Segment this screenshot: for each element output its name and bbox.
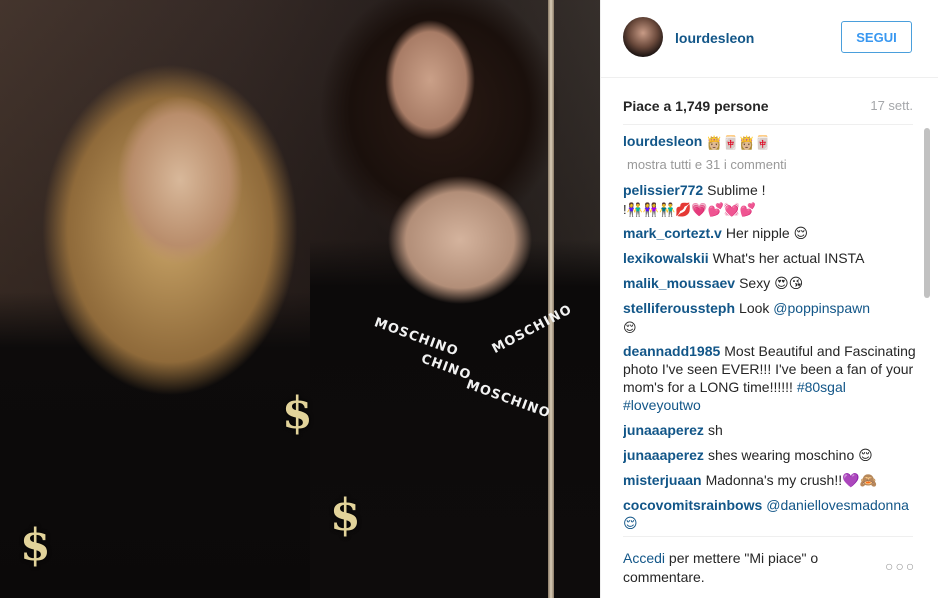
login-prompt: Accedi per mettere "Mi piace" o commenta… xyxy=(623,549,863,587)
dollar-ornament: $ xyxy=(330,490,361,541)
post-username[interactable]: lourdesleon xyxy=(675,30,754,46)
comment-text: Her nipple 😌 xyxy=(725,225,809,241)
post-time[interactable]: 17 sett. xyxy=(870,98,913,113)
comment-username[interactable]: deannadd1985 xyxy=(623,343,720,359)
likes-row: Piace a 1,749 persone 17 sett. xyxy=(623,98,913,116)
photo-skin-right xyxy=(370,170,550,340)
comment: junaaaperez sh xyxy=(623,421,919,439)
comment-text: Madonna's my crush!!💜🙈 xyxy=(705,472,877,488)
comment-username[interactable]: cocovomitsrainbows xyxy=(623,497,762,513)
comment-username[interactable]: pelissier772 xyxy=(623,182,703,198)
comment-username[interactable]: stelliferoussteph xyxy=(623,300,735,316)
caption: lourdesleon 👸🏼🀄👸🏼🀄 xyxy=(623,132,919,150)
comment: mark_cortezt.v Her nipple 😌 xyxy=(623,224,919,242)
comment: junaaaperez shes wearing moschino 😌 xyxy=(623,446,919,464)
photo-pole xyxy=(548,0,554,598)
comment-username[interactable]: junaaaperez xyxy=(623,422,704,438)
comment: cocovomitsrainbows @daniellovesmadonna 😌 xyxy=(623,496,919,530)
mention-link[interactable]: @poppinspawn xyxy=(773,300,870,316)
divider xyxy=(623,536,913,537)
comment-username[interactable]: misterjuaan xyxy=(623,472,702,488)
dollar-ornament: $ xyxy=(282,388,313,439)
comment-text: shes wearing moschino 😌 xyxy=(707,447,873,463)
comments-scrollbar[interactable] xyxy=(923,128,931,528)
comment: deannadd1985 Most Beautiful and Fascinati… xyxy=(623,342,919,414)
photo-person-left xyxy=(0,40,360,598)
show-all-comments-link[interactable]: mostra tutti e 31 i commenti xyxy=(627,157,919,172)
divider xyxy=(623,124,913,125)
comment-text: Sublime ! xyxy=(707,182,766,198)
post-header: lourdesleon SEGUI xyxy=(601,0,938,78)
more-options-icon[interactable]: ○○○ xyxy=(885,558,916,574)
comment-text: Look xyxy=(739,300,774,316)
avatar[interactable] xyxy=(623,17,663,57)
comment-username[interactable]: lexikowalskii xyxy=(623,250,709,266)
comment-text: sh xyxy=(707,422,723,438)
comment-text: What's her actual INSTA xyxy=(712,250,865,266)
comment: stelliferoussteph Look @poppinspawn 😌 xyxy=(623,299,919,335)
comment: pelissier772 Sublime ! !👫👭👬💋💗💕💓💕 xyxy=(623,181,919,217)
comment-username[interactable]: junaaaperez xyxy=(623,447,704,463)
comment-text: !👫👭👬💋💗💕💓💕 xyxy=(623,202,757,217)
post-side-panel: lourdesleon SEGUI Piace a 1,749 persone … xyxy=(600,0,938,598)
comment-text: Sexy 😍😘 xyxy=(739,275,804,291)
comment-username[interactable]: malik_moussaev xyxy=(623,275,735,291)
dollar-ornament: $ xyxy=(20,520,51,571)
comment: malik_moussaev Sexy 😍😘 xyxy=(623,274,919,292)
comment: misterjuaan Madonna's my crush!!💜🙈 xyxy=(623,471,919,489)
comments-list: lourdesleon 👸🏼🀄👸🏼🀄 mostra tutti e 31 i co… xyxy=(623,132,919,530)
post-photo: $ $ $ MOSCHINO CHINO MOSCHINO MOSCHINO xyxy=(0,0,600,598)
comment-text: 😌 xyxy=(623,320,637,335)
comment: lexikowalskii What's her actual INSTA xyxy=(623,249,919,267)
comment-username[interactable]: mark_cortezt.v xyxy=(623,225,722,241)
scrollbar-thumb[interactable] xyxy=(924,128,930,298)
caption-text: 👸🏼🀄👸🏼🀄 xyxy=(706,135,772,150)
follow-button[interactable]: SEGUI xyxy=(841,21,912,53)
likes-count[interactable]: Piace a 1,749 persone xyxy=(623,98,769,114)
login-link[interactable]: Accedi xyxy=(623,550,665,566)
comment-username[interactable]: lourdesleon xyxy=(623,133,702,149)
